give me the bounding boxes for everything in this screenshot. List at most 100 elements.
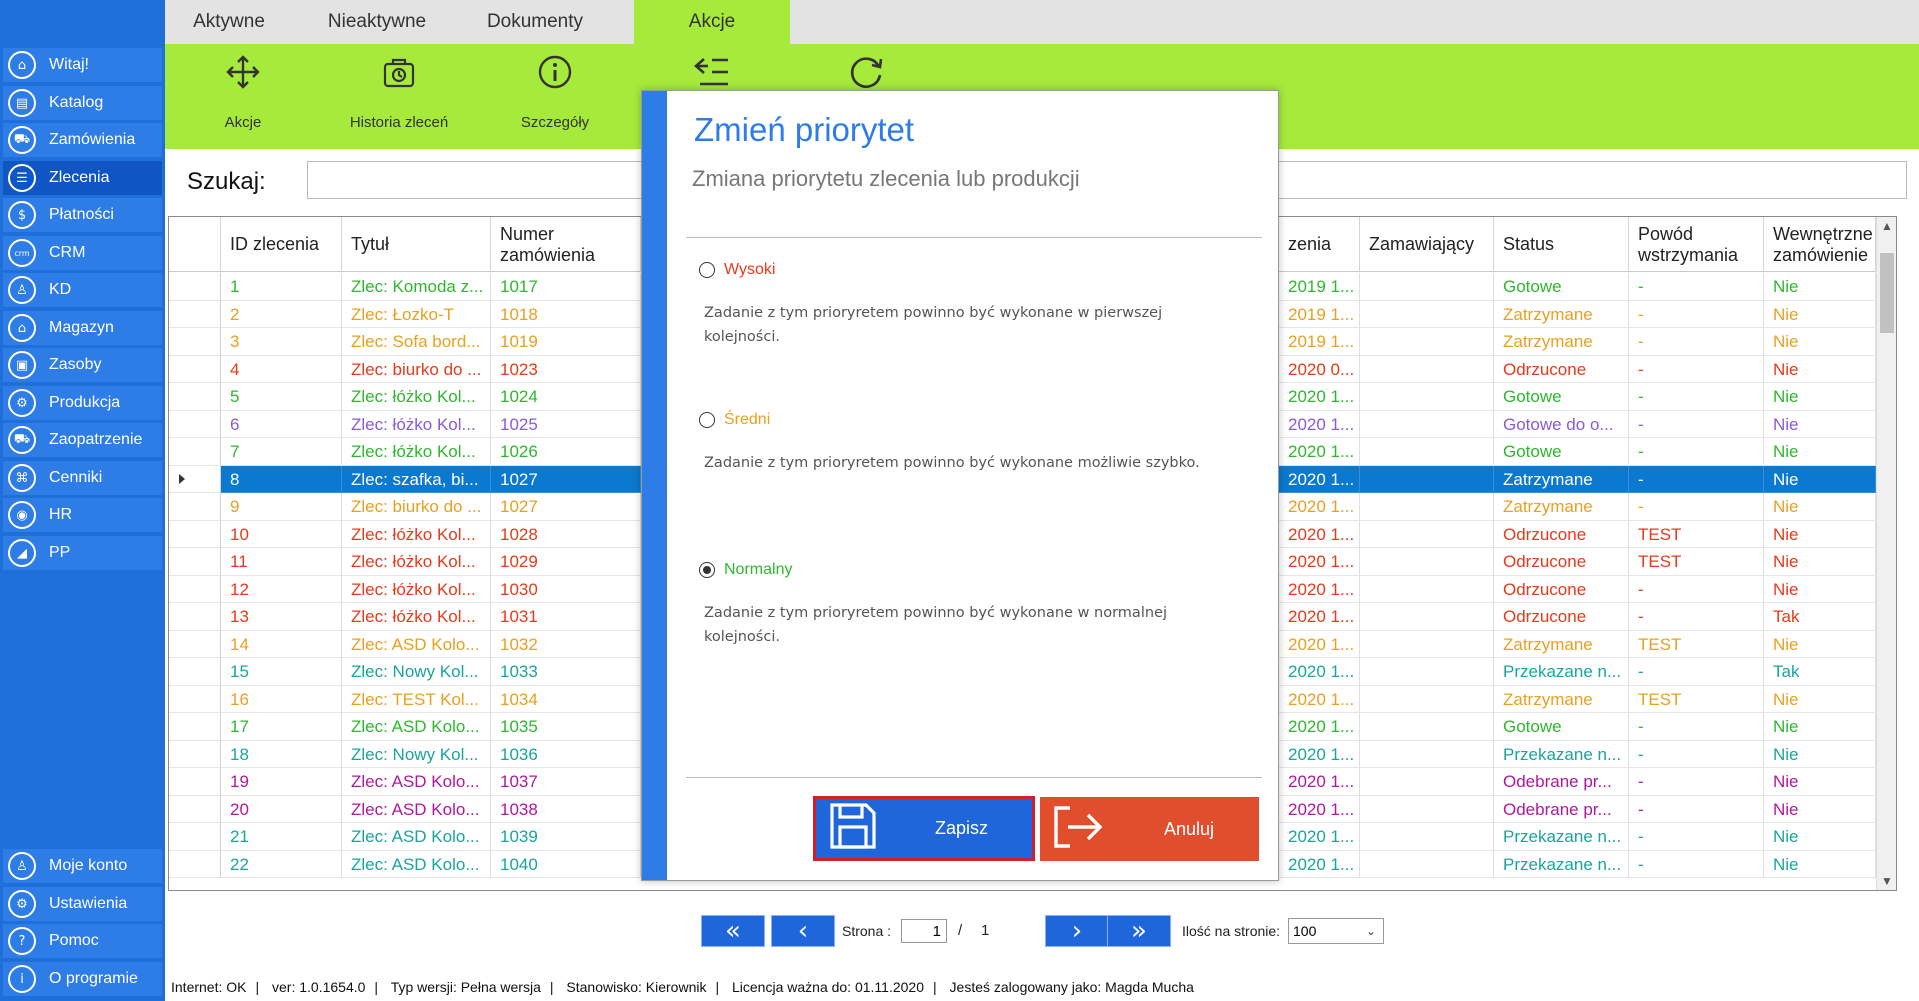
row-header[interactable] [169, 603, 221, 631]
cell-internal[interactable]: Nie [1764, 768, 1876, 796]
cell-internal[interactable]: Nie [1764, 410, 1876, 438]
cell-internal[interactable]: Nie [1764, 685, 1876, 713]
cell-date[interactable]: 2020 1... [1279, 630, 1360, 658]
cell-date[interactable]: 2020 1... [1279, 438, 1360, 466]
sidebar-item-zasoby[interactable]: ▣ Zasoby [3, 348, 162, 382]
cell-id[interactable]: 3 [221, 328, 342, 356]
page-number-input[interactable] [901, 919, 947, 943]
row-header[interactable] [169, 383, 221, 411]
cell-title[interactable]: Zlec: Łozko-T [342, 300, 491, 328]
cell-status[interactable]: Gotowe [1494, 438, 1629, 466]
cell-title[interactable]: Zlec: łóżko Kol... [342, 603, 491, 631]
cell-date[interactable]: 2020 0... [1279, 355, 1360, 383]
cell-title[interactable]: Zlec: szafka, bi... [342, 465, 491, 493]
cell-order-number[interactable]: 1018 [491, 300, 641, 328]
cell-client[interactable] [1360, 300, 1494, 328]
sidebar-item-moje-konto[interactable]: ♙ Moje konto [3, 849, 162, 883]
cell-internal[interactable]: Nie [1764, 548, 1876, 576]
column-header-status[interactable]: Status [1494, 217, 1629, 272]
cell-id[interactable]: 6 [221, 410, 342, 438]
cell-internal[interactable]: Nie [1764, 383, 1876, 411]
akcje-button[interactable]: Akcje [178, 44, 308, 149]
cell-client[interactable] [1360, 493, 1494, 521]
cell-internal[interactable]: Nie [1764, 850, 1876, 878]
cell-client[interactable] [1360, 603, 1494, 631]
cell-reason[interactable]: - [1629, 658, 1764, 686]
cell-reason[interactable]: - [1629, 575, 1764, 603]
cell-id[interactable]: 8 [221, 465, 342, 493]
sidebar-item-płatności[interactable]: $ Płatności [3, 198, 162, 232]
cell-id[interactable]: 17 [221, 713, 342, 741]
cell-order-number[interactable]: 1017 [491, 273, 641, 301]
row-header[interactable] [169, 823, 221, 851]
cell-order-number[interactable]: 1037 [491, 768, 641, 796]
cell-date[interactable]: 2020 1... [1279, 768, 1360, 796]
cell-internal[interactable]: Nie [1764, 465, 1876, 493]
cell-date[interactable]: 2020 1... [1279, 658, 1360, 686]
cell-title[interactable]: Zlec: biurko do ... [342, 493, 491, 521]
cell-id[interactable]: 21 [221, 823, 342, 851]
cell-status[interactable]: Przekazane n... [1494, 823, 1629, 851]
cell-title[interactable]: Zlec: łóżko Kol... [342, 383, 491, 411]
cell-status[interactable]: Zatrzymane [1494, 328, 1629, 356]
cell-internal[interactable]: Tak [1764, 603, 1876, 631]
row-header[interactable] [169, 520, 221, 548]
cell-order-number[interactable]: 1025 [491, 410, 641, 438]
cell-client[interactable] [1360, 383, 1494, 411]
cell-order-number[interactable]: 1024 [491, 383, 641, 411]
cell-reason[interactable]: - [1629, 768, 1764, 796]
cell-internal[interactable]: Nie [1764, 355, 1876, 383]
radio-normal[interactable] [699, 562, 715, 578]
row-header[interactable] [169, 438, 221, 466]
column-header-client[interactable]: Zamawiający [1360, 217, 1494, 272]
cell-order-number[interactable]: 1040 [491, 850, 641, 878]
cell-reason[interactable]: - [1629, 328, 1764, 356]
cell-date[interactable]: 2020 1... [1279, 603, 1360, 631]
cell-id[interactable]: 16 [221, 685, 342, 713]
cell-date[interactable]: 2020 1... [1279, 795, 1360, 823]
cell-date[interactable]: 2019 1... [1279, 300, 1360, 328]
cell-title[interactable]: Zlec: TEST Kol... [342, 685, 491, 713]
next-page-button[interactable]: › [1045, 915, 1109, 947]
row-header[interactable] [169, 713, 221, 741]
row-header[interactable] [169, 355, 221, 383]
cell-reason[interactable]: - [1629, 850, 1764, 878]
cell-internal[interactable]: Nie [1764, 328, 1876, 356]
cell-id[interactable]: 2 [221, 300, 342, 328]
cell-date[interactable]: 2020 1... [1279, 850, 1360, 878]
cell-client[interactable] [1360, 713, 1494, 741]
cell-date[interactable]: 2020 1... [1279, 575, 1360, 603]
cell-reason[interactable]: - [1629, 355, 1764, 383]
cell-client[interactable] [1360, 355, 1494, 383]
cell-id[interactable]: 9 [221, 493, 342, 521]
priority-option-normal[interactable]: Normalny [699, 561, 792, 579]
cell-id[interactable]: 22 [221, 850, 342, 878]
cell-client[interactable] [1360, 548, 1494, 576]
cell-reason[interactable]: - [1629, 410, 1764, 438]
cell-status[interactable]: Gotowe [1494, 273, 1629, 301]
row-header[interactable] [169, 575, 221, 603]
row-header[interactable] [169, 548, 221, 576]
cell-internal[interactable]: Nie [1764, 630, 1876, 658]
cell-status[interactable]: Odrzucone [1494, 520, 1629, 548]
sidebar-item-ustawienia[interactable]: ⚙ Ustawienia [3, 887, 162, 921]
cell-reason[interactable]: TEST [1629, 548, 1764, 576]
tab-dokumenty[interactable]: Dokumenty [461, 0, 609, 44]
cell-title[interactable]: Zlec: łóżko Kol... [342, 410, 491, 438]
cell-date[interactable]: 2020 1... [1279, 383, 1360, 411]
cell-order-number[interactable]: 1035 [491, 713, 641, 741]
sidebar-item-produkcja[interactable]: ⚙ Produkcja [3, 386, 162, 420]
cell-internal[interactable]: Nie [1764, 438, 1876, 466]
row-header[interactable] [169, 768, 221, 796]
scroll-up-icon[interactable]: ▲ [1881, 219, 1893, 233]
tab-aktywne[interactable]: Aktywne [165, 0, 293, 44]
row-header[interactable] [169, 300, 221, 328]
row-header[interactable] [169, 465, 221, 493]
cell-id[interactable]: 12 [221, 575, 342, 603]
column-header-internal[interactable]: Wewnętrzne zamówienie [1764, 217, 1876, 272]
cell-status[interactable]: Gotowe do o... [1494, 410, 1629, 438]
cell-order-number[interactable]: 1033 [491, 658, 641, 686]
cell-status[interactable]: Zatrzymane [1494, 685, 1629, 713]
sidebar-item-cenniki[interactable]: ⌘ Cenniki [3, 461, 162, 495]
column-header-title[interactable]: Tytuł [342, 217, 491, 272]
